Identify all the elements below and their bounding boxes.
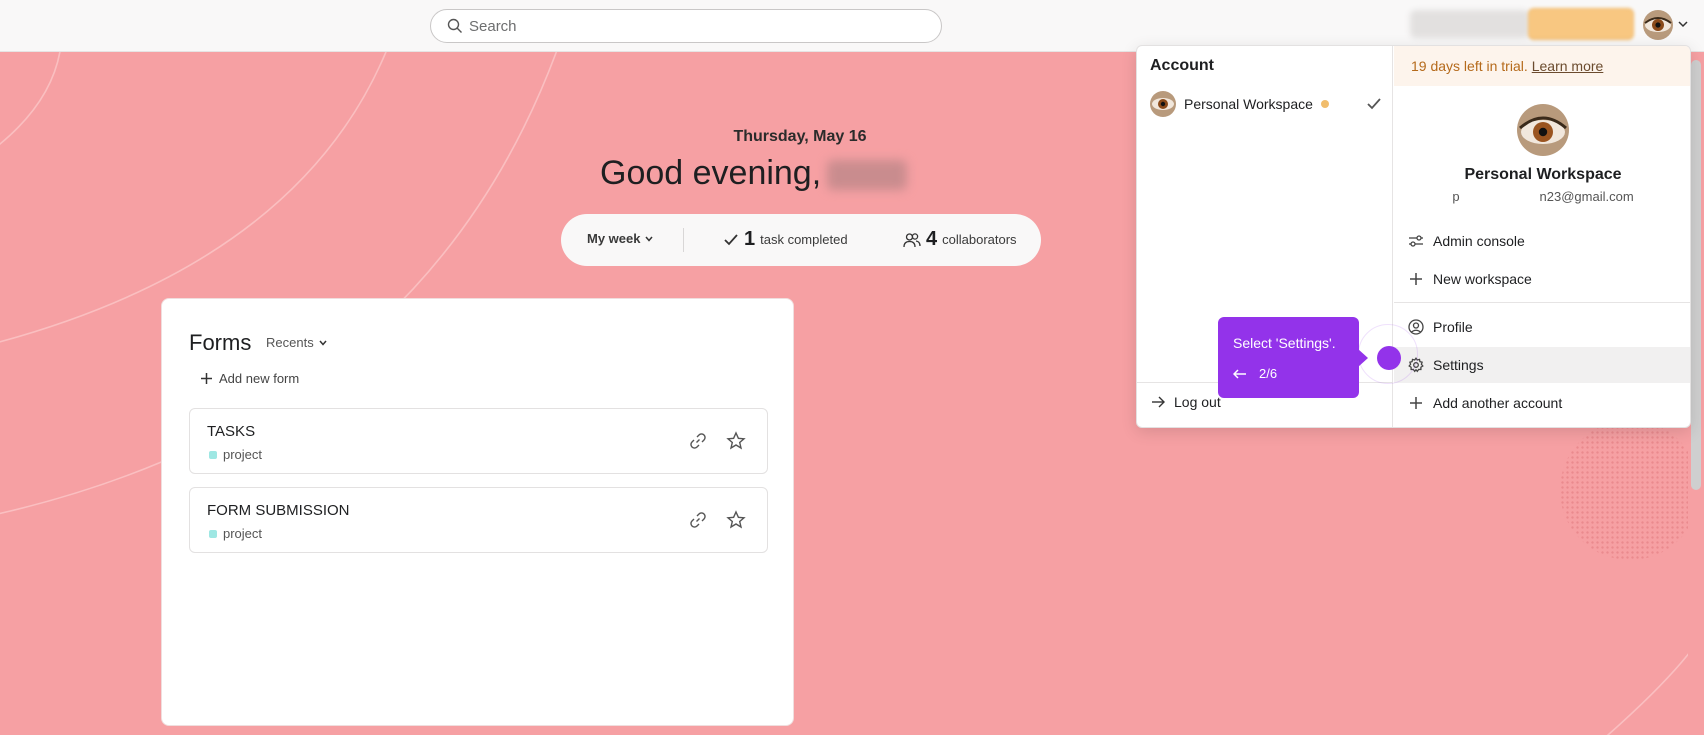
- chevron-down-icon: [645, 236, 654, 242]
- account-section-title: Account: [1150, 57, 1214, 74]
- star-icon[interactable]: [726, 431, 746, 451]
- dot-pattern-decoration: [1560, 420, 1700, 560]
- profile-item[interactable]: Profile: [1394, 309, 1690, 345]
- form-name: FORM SUBMISSION: [207, 502, 350, 519]
- forms-widget: Forms Recents Add new form TASKS project…: [161, 298, 794, 726]
- add-another-account-item[interactable]: Add another account: [1394, 385, 1690, 421]
- form-tag: project: [209, 447, 262, 462]
- chevron-down-icon: [319, 340, 327, 346]
- link-icon[interactable]: [688, 510, 708, 530]
- form-item[interactable]: FORM SUBMISSION project: [189, 487, 768, 553]
- eye-avatar-icon: [1150, 91, 1176, 117]
- redacted-email-part: [1459, 190, 1540, 205]
- plus-icon: [1410, 273, 1422, 285]
- divider: [683, 228, 684, 252]
- form-name: TASKS: [207, 423, 256, 440]
- user-circle-icon: [1408, 319, 1424, 335]
- walkthrough-tooltip: Select 'Settings'. 2/6: [1218, 317, 1359, 398]
- collaborators-label: collaborators: [942, 232, 1017, 247]
- settings-item[interactable]: Settings: [1394, 347, 1690, 383]
- form-tag-label: project: [223, 447, 263, 462]
- profile-email: p n23@gmail.com: [1394, 189, 1690, 205]
- tooltip-pointer: [1358, 349, 1368, 367]
- forms-title: Forms: [189, 330, 252, 355]
- profile-label: Profile: [1433, 319, 1473, 335]
- tooltip-beacon[interactable]: [1377, 346, 1401, 370]
- form-item[interactable]: TASKS project: [189, 408, 768, 474]
- status-dot: [1320, 100, 1329, 108]
- search-icon: [447, 18, 462, 33]
- people-icon: [903, 232, 921, 247]
- email-suffix: n23@gmail.com: [1539, 189, 1634, 204]
- workspace-account-row[interactable]: Personal Workspace: [1150, 90, 1382, 118]
- divider: [1394, 302, 1690, 303]
- collaborators-stat: 4 collaborators: [903, 228, 1017, 251]
- star-icon[interactable]: [726, 510, 746, 530]
- form-tag-label: project: [223, 526, 263, 541]
- sliders-icon: [1409, 235, 1423, 247]
- greeting: Good evening,: [600, 154, 1000, 193]
- settings-label: Settings: [1433, 357, 1484, 373]
- learn-more-link[interactable]: Learn more: [1532, 58, 1604, 74]
- arrow-right-icon: [1152, 396, 1165, 408]
- log-out-button[interactable]: Log out: [1150, 394, 1221, 410]
- log-out-label: Log out: [1174, 394, 1221, 410]
- add-new-form-button[interactable]: Add new form: [200, 371, 299, 386]
- tasks-count: 1: [744, 228, 756, 250]
- current-date: Thursday, May 16: [733, 128, 867, 145]
- recents-filter[interactable]: Recents: [266, 335, 328, 350]
- tooltip-instruction: Select 'Settings'.: [1233, 335, 1336, 351]
- search-placeholder: Search: [469, 17, 517, 35]
- collaborators-count: 4: [926, 228, 938, 250]
- form-tag: project: [209, 526, 262, 541]
- eye-avatar-icon: [1643, 10, 1673, 40]
- tasks-label: task completed: [760, 232, 848, 247]
- profile-panel: 19 days left in trial. Learn more Person…: [1394, 46, 1690, 427]
- link-icon[interactable]: [688, 431, 708, 451]
- profile-name: Personal Workspace: [1464, 166, 1622, 183]
- weekly-stats-bar: My week 1 task completed 4 collaborators: [561, 214, 1041, 266]
- trial-banner: 19 days left in trial. Learn more: [1394, 46, 1690, 86]
- recents-label: Recents: [266, 335, 314, 350]
- check-icon: [1367, 98, 1381, 110]
- add-another-account-label: Add another account: [1433, 395, 1563, 411]
- period-selector[interactable]: My week: [587, 231, 654, 246]
- new-workspace-label: New workspace: [1433, 271, 1532, 287]
- blurred-first-name: [827, 160, 908, 191]
- new-workspace-item[interactable]: New workspace: [1394, 261, 1690, 297]
- chevron-down-icon[interactable]: [1677, 18, 1689, 30]
- workspace-avatar: [1150, 91, 1176, 117]
- blurred-user-name: [1410, 10, 1530, 38]
- user-avatar[interactable]: [1643, 10, 1673, 40]
- add-new-form-label: Add new form: [219, 371, 300, 386]
- scrollbar-thumb[interactable]: [1691, 60, 1701, 490]
- eye-avatar-icon: [1517, 104, 1569, 156]
- plus-icon: [201, 373, 212, 384]
- check-icon: [724, 233, 738, 245]
- tasks-completed-stat: 1 task completed: [723, 228, 848, 251]
- upgrade-button[interactable]: [1528, 8, 1634, 40]
- profile-avatar: [1517, 104, 1569, 156]
- admin-console-label: Admin console: [1433, 233, 1525, 249]
- workspace-label: Personal Workspace: [1184, 96, 1313, 112]
- arrow-left-icon[interactable]: [1233, 368, 1247, 380]
- period-label: My week: [587, 231, 641, 246]
- email-prefix: p: [1452, 189, 1460, 204]
- tag-color-dot: [209, 450, 217, 459]
- tooltip-step: 2/6: [1259, 366, 1278, 381]
- trial-text: 19 days left in trial.: [1411, 58, 1528, 74]
- tooltip-navigation: 2/6: [1233, 366, 1277, 381]
- admin-console-item[interactable]: Admin console: [1394, 223, 1690, 259]
- search-input[interactable]: Search: [430, 9, 942, 43]
- plus-icon: [1410, 397, 1422, 409]
- greeting-text: Good evening,: [600, 154, 822, 192]
- tag-color-dot: [209, 529, 217, 538]
